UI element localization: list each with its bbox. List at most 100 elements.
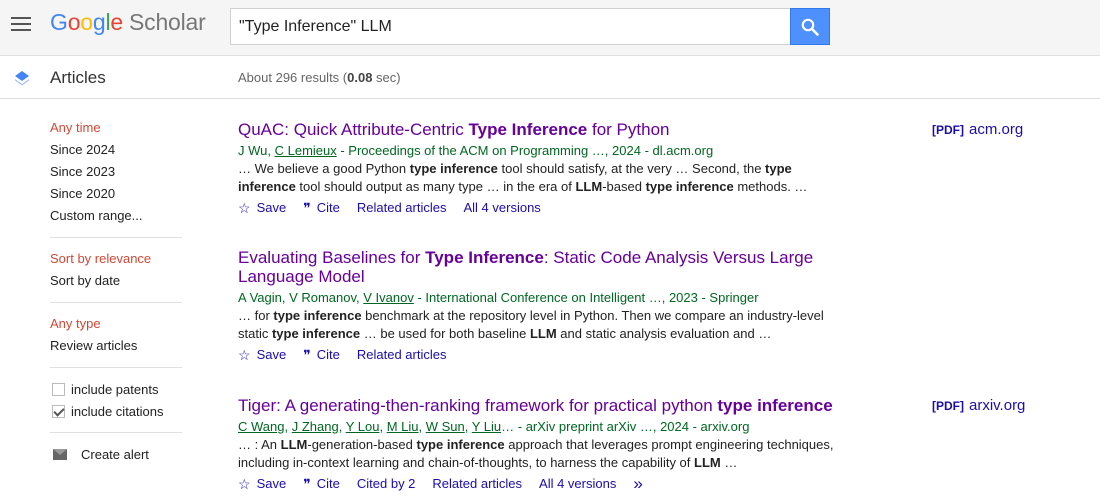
text-segment: methods. … <box>733 179 808 194</box>
highlight-term: type inference <box>717 396 833 415</box>
author-link[interactable]: W Sun <box>426 419 465 434</box>
author-link[interactable]: J Zhang <box>292 419 339 434</box>
all-4-versions-link[interactable]: All 4 versions <box>463 198 540 218</box>
highlight-term: type inference <box>416 437 505 452</box>
action-label: Save <box>256 200 287 215</box>
logo-letter: g <box>92 9 106 35</box>
mail-icon <box>53 448 67 460</box>
text-segment: , <box>379 419 387 434</box>
create-alert-label: Create alert <box>81 446 149 462</box>
filter-since-2023[interactable]: Since 2023 <box>50 161 185 183</box>
include-patents-checkbox[interactable]: include patents <box>52 378 185 400</box>
pdf-source: arxiv.org <box>969 397 1026 414</box>
highlight-term: LLM <box>575 179 603 194</box>
result-title-link[interactable]: QuAC: Quick Attribute-Centric Type Infer… <box>238 120 838 139</box>
text-segment: -based <box>602 179 646 194</box>
checkbox-box[interactable] <box>52 382 65 396</box>
action-label: Related articles <box>356 200 447 215</box>
pdf-link[interactable]: [PDF] arxiv.org <box>932 397 1025 414</box>
articles-diamond-icon <box>15 71 29 86</box>
highlight-term: type inference <box>271 326 361 341</box>
filter-review-articles[interactable]: Review articles <box>50 335 185 357</box>
result-title-link[interactable]: Evaluating Baselines for Type Inference:… <box>238 248 838 286</box>
author-link[interactable]: Y Lou <box>346 419 380 434</box>
result-authors: C Wang, J Zhang, Y Lou, M Liu, W Sun, Y … <box>238 417 1068 436</box>
star-outline-icon: ☆ <box>238 200 251 216</box>
author-link[interactable]: Y Liu <box>472 419 501 434</box>
sort-by-date[interactable]: Sort by date <box>50 270 185 292</box>
highlight-term: type inference <box>645 179 734 194</box>
cite-link[interactable]: ❞ Cite <box>303 345 340 365</box>
filter-sidebar: Any time Since 2024 Since 2023 Since 202… <box>50 110 185 465</box>
sort-by-relevance[interactable]: Sort by relevance <box>50 248 185 270</box>
google-scholar-logo[interactable]: Google Scholar <box>50 9 206 36</box>
logo-letter: o <box>67 9 81 35</box>
logo-letter: G <box>50 9 68 35</box>
result-snippet: … for type inference benchmark at the re… <box>238 307 838 343</box>
include-citations-checkbox[interactable]: include citations <box>52 400 185 422</box>
search-result: Evaluating Baselines for Type Inference:… <box>238 248 1068 365</box>
action-label: Related articles <box>356 347 447 362</box>
filter-since-2024[interactable]: Since 2024 <box>50 139 185 161</box>
quote-icon: ❞ <box>303 476 311 492</box>
action-label: Cite <box>316 476 340 491</box>
text-segment: - Proceedings of the ACM on Programming … <box>336 143 714 158</box>
text-segment: tool should satisfy, at the very … Secon… <box>497 161 766 176</box>
author-link[interactable]: M Liu <box>387 419 419 434</box>
related-articles-link[interactable]: Related articles <box>432 474 522 494</box>
hamburger-menu-icon[interactable] <box>10 14 34 34</box>
quote-icon: ❞ <box>303 200 311 216</box>
action-label: Cited by 2 <box>356 476 416 491</box>
author-link[interactable]: C Wang <box>238 419 284 434</box>
action-label: Cite <box>316 200 340 215</box>
include-citations-label: include citations <box>71 403 164 419</box>
logo-letter: e <box>110 9 123 35</box>
search-button[interactable] <box>790 8 830 45</box>
results-count-prefix: About 296 results ( <box>238 70 348 85</box>
double-chevron-icon[interactable]: » <box>633 474 642 494</box>
filter-any-type[interactable]: Any type <box>50 313 185 335</box>
result-actions: ☆ Save ❞ Cite Related articles <box>238 345 1068 365</box>
cite-link[interactable]: ❞ Cite <box>303 474 340 494</box>
text-segment: for Python <box>587 120 670 139</box>
result-actions: ☆ Save ❞ Cite Related articles All 4 versions <box>238 198 1068 218</box>
text-segment: and static analysis evaluation and … <box>556 326 772 341</box>
all-4-versions-link[interactable]: All 4 versions <box>539 474 616 494</box>
pdf-link[interactable]: [PDF] acm.org <box>932 121 1023 138</box>
text-segment: … - arXiv preprint arXiv …, 2024 - arxiv… <box>501 419 750 434</box>
text-segment: A Vagin, V Romanov, <box>238 290 364 305</box>
related-articles-link[interactable]: Related articles <box>357 345 447 365</box>
highlight-term: type inference <box>409 161 498 176</box>
text-segment: , <box>418 419 426 434</box>
result-authors: J Wu, C Lemieux - Proceedings of the ACM… <box>238 141 1068 160</box>
filter-custom-range[interactable]: Custom range... <box>50 205 185 227</box>
section-title: Articles <box>50 68 106 87</box>
save-link[interactable]: ☆ Save <box>238 474 286 494</box>
search-input[interactable] <box>230 8 790 45</box>
highlight-term: LLM <box>694 455 721 470</box>
result-snippet: … We believe a good Python type inferenc… <box>238 160 838 196</box>
save-link[interactable]: ☆ Save <box>238 198 286 218</box>
text-segment: … : An <box>238 437 281 452</box>
highlight-term: Type Inference <box>425 248 544 267</box>
cited-by-2-link[interactable]: Cited by 2 <box>357 474 416 494</box>
highlight-term: type inference <box>273 308 362 323</box>
related-articles-link[interactable]: Related articles <box>357 198 447 218</box>
filter-any-time[interactable]: Any time <box>50 117 185 139</box>
filter-since-2020[interactable]: Since 2020 <box>50 183 185 205</box>
cite-link[interactable]: ❞ Cite <box>303 198 340 218</box>
checkbox-box-checked[interactable] <box>52 404 65 418</box>
logo-suffix: Scholar <box>129 9 206 35</box>
text-segment: Evaluating Baselines for <box>238 248 426 267</box>
text-segment: QuAC: Quick Attribute-Centric <box>238 120 469 139</box>
text-segment: , <box>338 419 346 434</box>
action-label: All 4 versions <box>539 476 617 491</box>
action-label: Related articles <box>432 476 523 491</box>
save-link[interactable]: ☆ Save <box>238 345 286 365</box>
author-link[interactable]: V Ivanov <box>363 290 414 305</box>
author-link[interactable]: C Lemieux <box>275 143 337 158</box>
create-alert-button[interactable]: Create alert <box>53 443 185 465</box>
highlight-term: LLM <box>280 437 308 452</box>
highlight-term: Type Inference <box>468 120 588 139</box>
result-title-link[interactable]: Tiger: A generating-then-ranking framewo… <box>238 396 878 415</box>
